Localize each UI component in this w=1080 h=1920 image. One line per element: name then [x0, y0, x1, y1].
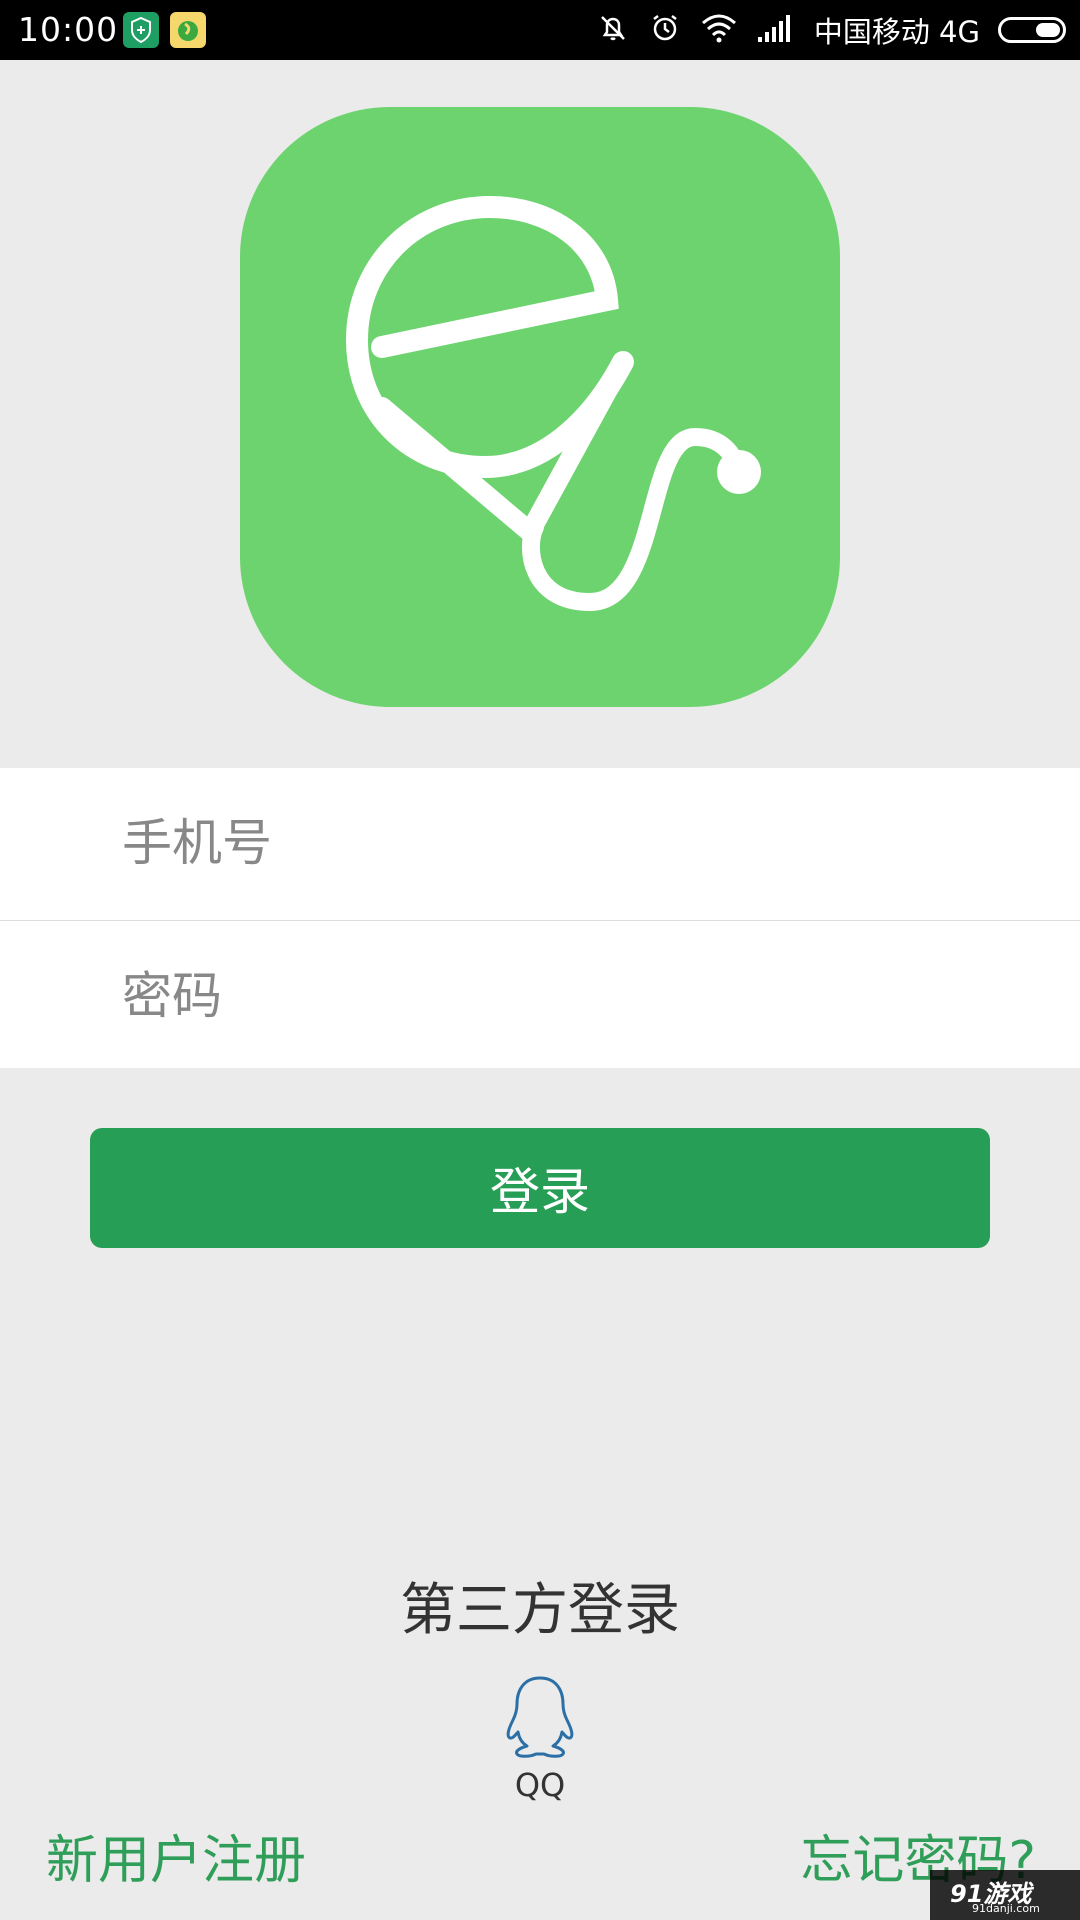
carrier-label: 中国移动 4G [813, 15, 980, 49]
shield-app-icon [123, 12, 159, 48]
wifi-icon [700, 11, 738, 49]
app-logo [240, 107, 840, 707]
third-party-login-title: 第三方登录 [400, 1578, 680, 1643]
status-time: 10:00 [18, 10, 119, 49]
login-button[interactable]: 登录 [90, 1128, 990, 1248]
status-bar: 10:00 中国移动 4G [0, 0, 1080, 60]
status-right-group: 中国移动 4G [596, 0, 1066, 60]
music-app-icon [170, 12, 206, 48]
qq-penguin-icon [500, 1674, 580, 1764]
signal-icon [756, 13, 796, 47]
silent-bell-icon [596, 11, 630, 49]
qq-login-button[interactable]: QQ [490, 1674, 590, 1804]
phone-row [0, 768, 1080, 918]
register-link[interactable]: 新用户注册 [46, 1828, 306, 1894]
qq-label: QQ [514, 1766, 566, 1804]
password-input[interactable] [120, 955, 1024, 1037]
stethoscope-e-logo-icon [345, 195, 761, 612]
battery-icon [998, 17, 1066, 43]
phone-input[interactable] [120, 802, 1024, 884]
alarm-icon [648, 11, 682, 49]
watermark: 91游戏 91danji.com [930, 1870, 1080, 1920]
password-row [0, 921, 1080, 1071]
login-form [0, 768, 1080, 1068]
watermark-sub-text: 91danji.com [972, 1902, 1040, 1915]
